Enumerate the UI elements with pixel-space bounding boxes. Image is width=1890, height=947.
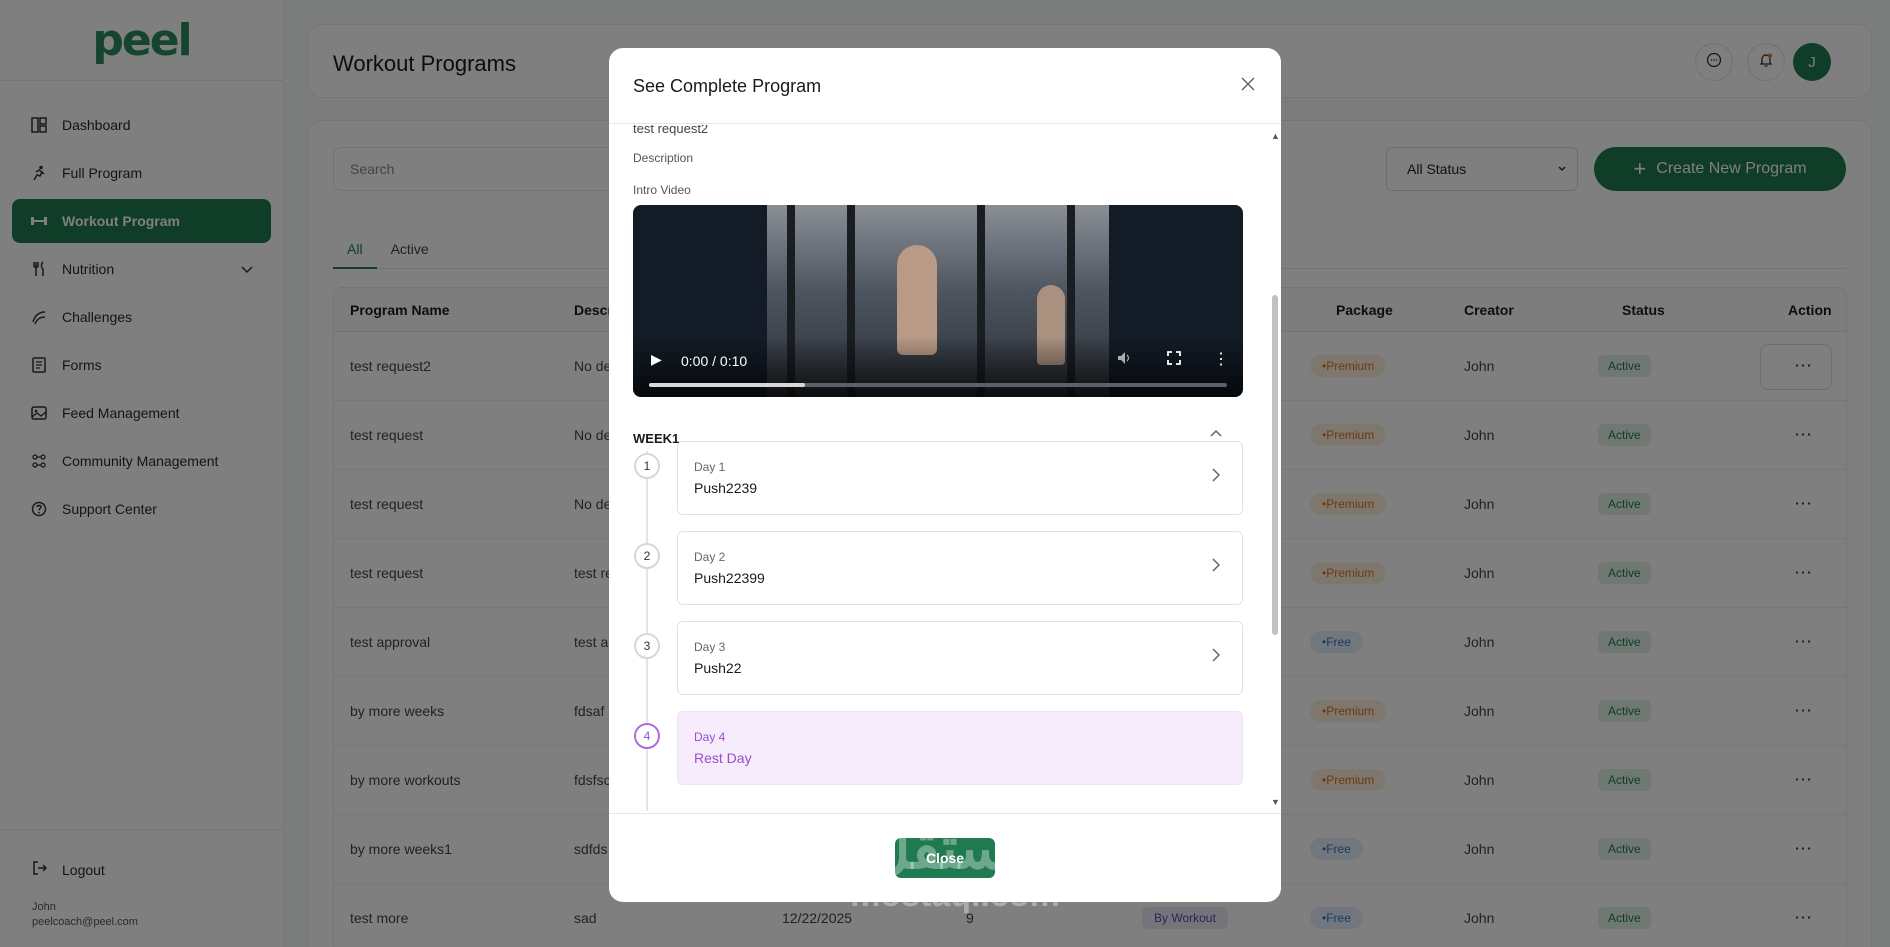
close-icon[interactable] (1241, 74, 1255, 97)
day-card[interactable]: Day 1 Push2239 (677, 441, 1243, 515)
program-modal: See Complete Program test request2 Descr… (609, 48, 1281, 902)
intro-video-label: Intro Video (633, 183, 691, 197)
watermark: مستقل mostaql.com (820, 816, 1090, 914)
day-label: Day 2 (694, 550, 726, 564)
chevron-up-icon[interactable] (1209, 425, 1223, 441)
workout-name: Push2239 (694, 480, 758, 496)
intro-video-player[interactable]: ▶ 0:00 / 0:10 ⋮ (633, 205, 1243, 397)
day-number: 4 (634, 723, 660, 749)
modal-title: See Complete Program (633, 76, 822, 96)
workout-name: Push22399 (694, 570, 765, 586)
program-name-value: test request2 (633, 125, 709, 136)
modal-header: See Complete Program (609, 48, 1281, 124)
play-icon[interactable]: ▶ (651, 351, 662, 368)
scroll-thumb[interactable] (1272, 295, 1278, 635)
chevron-right-icon (1212, 648, 1221, 667)
video-time: 0:00 / 0:10 (681, 353, 748, 369)
chevron-right-icon (1212, 468, 1221, 487)
day-label: Day 4 (694, 730, 726, 744)
video-progress-fill (649, 383, 806, 387)
day-label: Day 3 (694, 640, 726, 654)
video-controls: ▶ 0:00 / 0:10 ⋮ (633, 337, 1243, 397)
rest-day-card: Day 4 Rest Day (677, 711, 1243, 785)
week-label: WEEK1 (633, 431, 680, 446)
day-label: Day 1 (694, 460, 726, 474)
description-label: Description (633, 151, 694, 165)
video-progress-track[interactable] (649, 383, 1227, 387)
day-number: 2 (634, 543, 660, 569)
volume-icon[interactable] (1117, 351, 1131, 368)
watermark-arabic: مستقل (868, 816, 1042, 881)
modal-body[interactable]: test request2 Description Intro Video ▶ … (609, 125, 1281, 813)
fullscreen-icon[interactable] (1167, 351, 1181, 368)
timeline-line (646, 451, 648, 811)
day-number: 1 (634, 453, 660, 479)
more-options-icon[interactable]: ⋮ (1213, 349, 1229, 369)
workout-name: Push22 (694, 660, 742, 676)
chevron-right-icon (1212, 558, 1221, 577)
day-card[interactable]: Day 3 Push22 (677, 621, 1243, 695)
watermark-latin: mostaql.com (850, 876, 1060, 914)
modal-scrollbar[interactable]: ▲ ▼ (1271, 131, 1280, 807)
rest-day-label: Rest Day (694, 750, 752, 766)
scroll-up-icon[interactable]: ▲ (1271, 131, 1280, 141)
scroll-down-icon[interactable]: ▼ (1271, 797, 1280, 807)
day-card[interactable]: Day 2 Push22399 (677, 531, 1243, 605)
day-number: 3 (634, 633, 660, 659)
